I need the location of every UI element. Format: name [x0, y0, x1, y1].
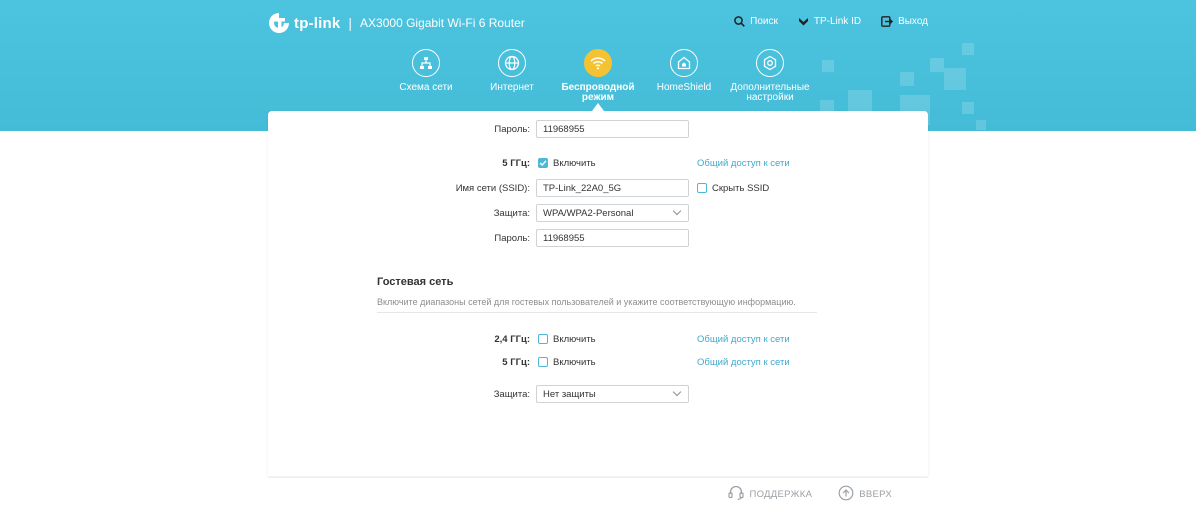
guest-security-label: Защита: — [493, 388, 530, 400]
guest-band5-enable-checkbox[interactable]: Включить — [538, 357, 596, 368]
top-links: Поиск TP-Link ID Выход — [734, 16, 928, 27]
nav-homeshield[interactable]: HomeShield — [641, 49, 727, 103]
guest-security-row: Защита: Нет защиты — [268, 385, 928, 403]
wifi-icon — [584, 49, 612, 77]
guest-band5-row: 5 ГГц: Включить Общий доступ к сети — [268, 353, 928, 371]
headset-icon — [728, 485, 745, 503]
nav-wireless[interactable]: Беспроводной режим — [555, 49, 641, 103]
ssid-label: Имя сети (SSID): — [455, 182, 530, 194]
band5-row: 5 ГГц: Включить Общий доступ к сети — [268, 154, 928, 172]
band5-enable-checkbox[interactable]: Включить — [538, 158, 596, 169]
gear-icon — [756, 49, 784, 77]
hide-ssid-checkbox[interactable]: Скрыть SSID — [697, 183, 769, 194]
logout-link[interactable]: Выход — [881, 16, 928, 27]
password-label: Пароль: — [494, 232, 530, 244]
guest-band24-row: 2,4 ГГц: Включить Общий доступ к сети — [268, 330, 928, 348]
checkbox-unchecked-icon — [697, 183, 707, 193]
guest-band24-enable-checkbox[interactable]: Включить — [538, 334, 596, 345]
band5-label: 5 ГГц: — [502, 157, 530, 169]
guest-band5-enable-label: Включить — [553, 356, 596, 368]
wireless-settings-panel: Пароль: 11968955 5 ГГц: Включить Общий д… — [268, 111, 928, 476]
page-footer: ПОДДЕРЖКА ВВЕРХ — [268, 477, 928, 510]
main-nav: Схема сети Интернет Беспроводной режим H… — [383, 49, 813, 103]
security-5-row: Защита: WPA/WPA2-Personal — [268, 204, 928, 222]
ssid-row: Имя сети (SSID): TP-Link_22A0_5G Скрыть … — [268, 179, 928, 197]
guest-band5-label: 5 ГГц: — [502, 356, 530, 368]
arrow-up-circle-icon — [838, 485, 854, 504]
security-5-select[interactable]: WPA/WPA2-Personal — [536, 204, 689, 222]
search-icon — [734, 16, 745, 27]
brand-name: tp-link — [294, 14, 341, 32]
logout-link-label: Выход — [898, 16, 928, 27]
guest-band24-share-link[interactable]: Общий доступ к сети — [697, 334, 790, 345]
checkbox-unchecked-icon — [538, 357, 548, 367]
tplink-id-icon — [798, 16, 809, 27]
password-24-input[interactable]: 11968955 — [536, 120, 689, 138]
security-label: Защита: — [493, 207, 530, 219]
chevron-down-icon — [672, 387, 682, 397]
tplink-logo-icon — [268, 12, 290, 34]
guest-band5-share-link[interactable]: Общий доступ к сети — [697, 357, 790, 368]
back-to-top-link[interactable]: ВВЕРХ — [838, 485, 892, 504]
band5-enable-label: Включить — [553, 157, 596, 169]
nav-label: HomeShield — [656, 82, 712, 93]
guest-network-title: Гостевая сеть — [377, 276, 454, 288]
globe-icon — [498, 49, 526, 77]
search-link[interactable]: Поиск — [734, 16, 778, 27]
chevron-down-icon — [672, 206, 682, 216]
guest-band24-label: 2,4 ГГц: — [494, 333, 530, 345]
security-5-value: WPA/WPA2-Personal — [543, 207, 634, 219]
ssid-input[interactable]: TP-Link_22A0_5G — [536, 179, 689, 197]
search-link-label: Поиск — [750, 16, 778, 27]
nav-label: Дополнительные настройки — [730, 82, 810, 103]
section-divider — [377, 312, 817, 313]
nav-label: Схема сети — [399, 82, 453, 93]
guest-network-description: Включите диапазоны сетей для гостевых по… — [377, 297, 796, 307]
brand-separator: | — [348, 15, 353, 31]
password-5-row: Пароль: 11968955 — [268, 229, 928, 247]
guest-security-value: Нет защиты — [543, 388, 596, 400]
password-5-input[interactable]: 11968955 — [536, 229, 689, 247]
tplink-logo[interactable]: tp-link | AX3000 Gigabit Wi-Fi 6 Router — [268, 12, 525, 34]
support-link[interactable]: ПОДДЕРЖКА — [728, 485, 813, 503]
active-nav-indicator — [592, 103, 604, 111]
password-24-row: Пароль: 11968955 — [268, 120, 928, 138]
nav-network-map[interactable]: Схема сети — [383, 49, 469, 103]
tplink-id-link-label: TP-Link ID — [813, 16, 862, 27]
support-label: ПОДДЕРЖКА — [749, 488, 813, 500]
router-model: AX3000 Gigabit Wi-Fi 6 Router — [360, 16, 525, 30]
hide-ssid-label: Скрыть SSID — [712, 182, 770, 194]
homeshield-icon — [670, 49, 698, 77]
guest-security-select[interactable]: Нет защиты — [536, 385, 689, 403]
checkbox-unchecked-icon — [538, 334, 548, 344]
nav-label: Интернет — [490, 82, 534, 93]
password-label: Пароль: — [494, 123, 530, 135]
logout-icon — [881, 16, 894, 27]
guest-band24-enable-label: Включить — [553, 333, 596, 345]
tplink-id-link[interactable]: TP-Link ID — [798, 16, 861, 27]
network-map-icon — [412, 49, 440, 77]
nav-internet[interactable]: Интернет — [469, 49, 555, 103]
checkbox-checked-icon — [538, 158, 548, 168]
band5-share-link[interactable]: Общий доступ к сети — [697, 158, 790, 169]
nav-label: Беспроводной режим — [561, 82, 635, 103]
back-to-top-label: ВВЕРХ — [859, 488, 892, 500]
nav-advanced[interactable]: Дополнительные настройки — [727, 49, 813, 103]
